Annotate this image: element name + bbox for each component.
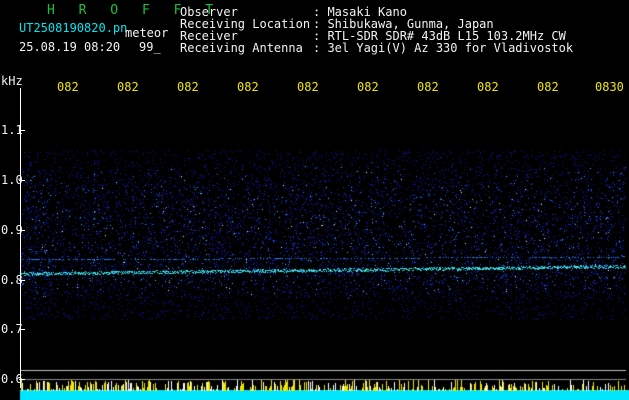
time-label: 082 <box>417 80 439 94</box>
time-label: 082 <box>357 80 379 94</box>
time-label: 082 <box>477 80 499 94</box>
time-label: 082 <box>57 80 79 94</box>
frequency-unit: kHz <box>1 74 23 88</box>
count-label: 99_ <box>139 40 161 54</box>
plot-left-border <box>20 88 21 388</box>
info-value-antenna: : 3el Yagi(V) Az 330 for Vladivostok <box>313 41 574 55</box>
time-label: 082 <box>117 80 139 94</box>
filename-label: UT2508190820.pn <box>19 21 128 35</box>
time-label: 082 <box>177 80 199 94</box>
type-label: meteor <box>125 26 169 40</box>
datetime-label: 25.08.19 08:20 <box>19 40 121 54</box>
time-label: 082 <box>537 80 559 94</box>
time-label: 0830 <box>595 80 624 94</box>
time-label: 082 <box>237 80 259 94</box>
time-label: 082 <box>297 80 319 94</box>
info-label-antenna: Receiving Antenna <box>180 41 303 55</box>
spectrogram-waterfall <box>0 0 629 400</box>
